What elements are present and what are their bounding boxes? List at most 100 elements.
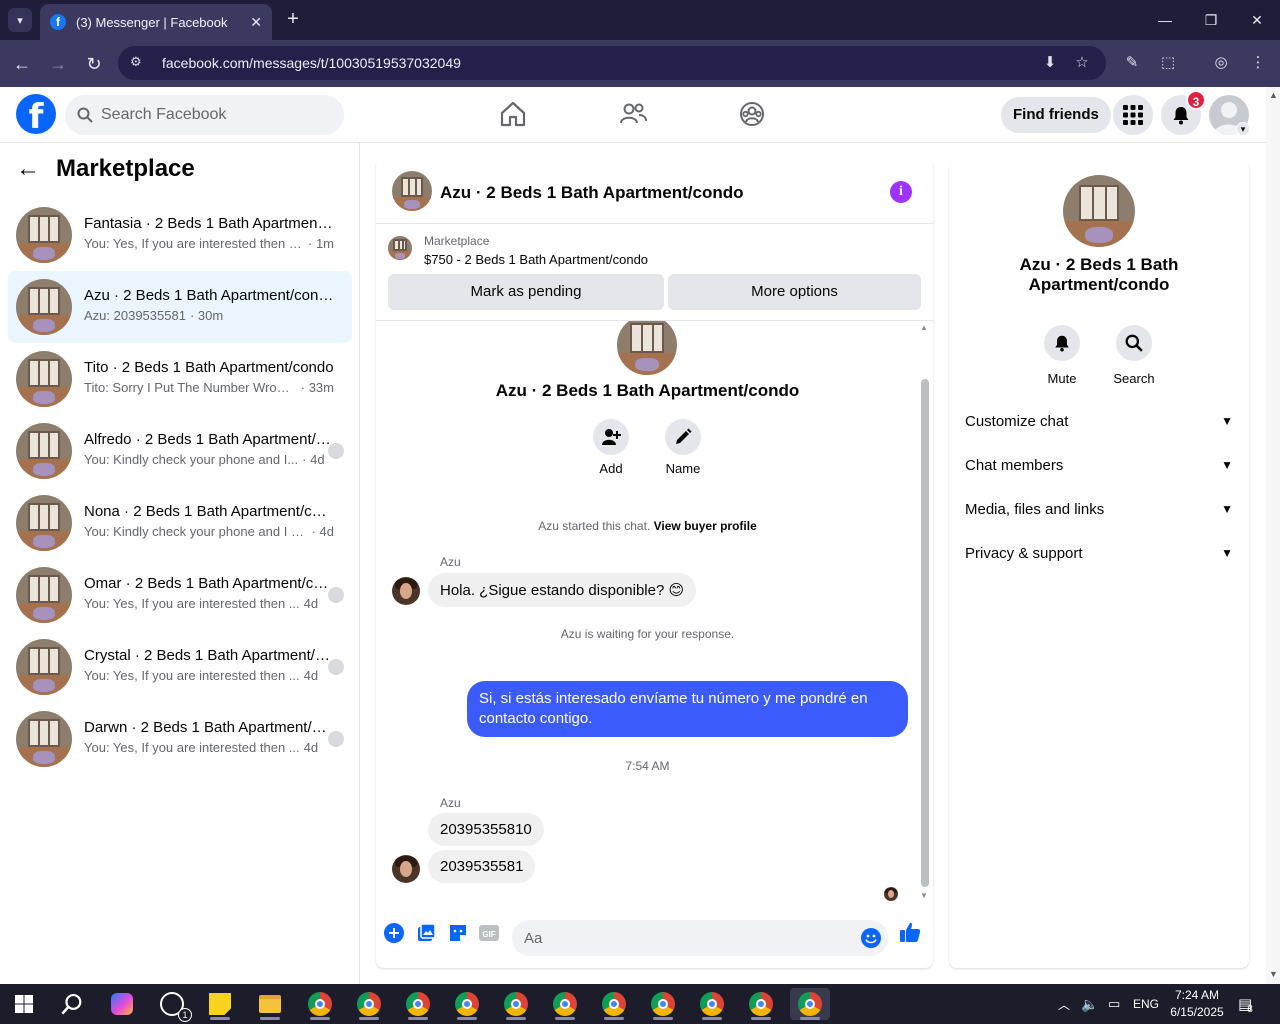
chat-scroll-thumb[interactable] bbox=[921, 379, 929, 887]
browser-menu-icon[interactable]: ⋮ bbox=[1247, 53, 1269, 75]
friends-icon[interactable] bbox=[618, 99, 648, 129]
new-tab-button[interactable]: + bbox=[282, 8, 304, 30]
message-input[interactable] bbox=[524, 929, 844, 947]
bookmark-star-icon[interactable]: ☆ bbox=[1072, 53, 1092, 73]
listing-price[interactable]: $750 - 2 Beds 1 Bath Apartment/condo bbox=[424, 252, 648, 267]
network-icon[interactable]: ▭ bbox=[1108, 984, 1120, 1024]
groups-icon[interactable] bbox=[737, 99, 767, 129]
tab-search-button[interactable]: ▾ bbox=[8, 8, 32, 32]
view-buyer-profile-link[interactable]: View buyer profile bbox=[654, 519, 757, 533]
details-section-toggle[interactable]: Customize chat ▼ bbox=[957, 399, 1241, 443]
scroll-down-arrow[interactable]: ▼ bbox=[1269, 969, 1278, 979]
chrome-window[interactable] bbox=[349, 988, 389, 1020]
send-like-button[interactable] bbox=[899, 921, 921, 943]
find-friends-button[interactable]: Find friends bbox=[1001, 97, 1111, 133]
emoji-icon[interactable] bbox=[861, 928, 881, 948]
start-button[interactable] bbox=[4, 988, 44, 1020]
conversation-item[interactable]: Tito · 2 Beds 1 Bath Apartment/condo Tito… bbox=[8, 343, 352, 415]
search-in-conversation-button[interactable]: Search bbox=[1104, 325, 1164, 386]
more-actions-button[interactable] bbox=[383, 922, 405, 944]
chat-scroll-up-arrow[interactable]: ▲ bbox=[920, 323, 928, 332]
mute-button[interactable]: Mute bbox=[1032, 325, 1092, 386]
copilot-app[interactable] bbox=[102, 988, 142, 1020]
url-text[interactable]: facebook.com/messages/t/1003051953703204… bbox=[162, 55, 461, 71]
back-button[interactable]: ← bbox=[10, 52, 34, 76]
taskbar-clock[interactable]: 7:24 AM 6/15/2025 bbox=[1164, 987, 1230, 1021]
install-app-icon[interactable]: ⬇ bbox=[1040, 53, 1060, 73]
browser-tab[interactable]: f (3) Messenger | Facebook ✕ bbox=[40, 4, 272, 40]
chrome-window[interactable] bbox=[447, 988, 487, 1020]
facebook-logo[interactable]: f bbox=[16, 94, 56, 134]
chrome-window[interactable] bbox=[790, 988, 830, 1020]
chrome-window[interactable] bbox=[300, 988, 340, 1020]
menu-button[interactable] bbox=[1113, 95, 1153, 135]
scroll-up-arrow[interactable]: ▲ bbox=[1269, 90, 1278, 100]
conversation-item[interactable]: Nona · 2 Beds 1 Bath Apartment/condo You:… bbox=[8, 487, 352, 559]
browser-profile-icon[interactable]: ◎ bbox=[1210, 53, 1232, 75]
pen-icon[interactable]: ✎ bbox=[1121, 53, 1143, 75]
chrome-window[interactable] bbox=[496, 988, 536, 1020]
chrome-window[interactable] bbox=[692, 988, 732, 1020]
message-input-box[interactable] bbox=[512, 920, 888, 956]
details-section-toggle[interactable]: Privacy & support ▼ bbox=[957, 531, 1241, 575]
address-bar[interactable]: ⚙ facebook.com/messages/t/10030519537032… bbox=[118, 46, 1106, 80]
language-indicator[interactable]: ENG bbox=[1133, 984, 1159, 1024]
info-icon[interactable]: i bbox=[890, 181, 912, 203]
show-hidden-icons-chevron[interactable]: ︿ bbox=[1058, 984, 1070, 1024]
sticky-notes-app[interactable] bbox=[200, 988, 240, 1020]
home-icon[interactable] bbox=[498, 99, 528, 129]
minimize-window-button[interactable]: — bbox=[1142, 0, 1188, 40]
whatsapp-app[interactable]: 1 bbox=[152, 988, 192, 1022]
chat-title[interactable]: Azu · 2 Beds 1 Bath Apartment/condo bbox=[440, 183, 744, 203]
facebook-search-input[interactable] bbox=[101, 106, 321, 124]
forward-button[interactable]: → bbox=[46, 52, 70, 76]
notification-badge: 3 bbox=[1186, 90, 1206, 110]
restore-window-button[interactable]: ❐ bbox=[1188, 0, 1234, 40]
sticker-button[interactable] bbox=[447, 922, 469, 944]
details-section-toggle[interactable]: Chat members ▼ bbox=[957, 443, 1241, 487]
extensions-icon[interactable]: ⬚ bbox=[1157, 53, 1179, 75]
chrome-icon bbox=[798, 992, 822, 1016]
chrome-window[interactable] bbox=[545, 988, 585, 1020]
sender-avatar[interactable] bbox=[392, 577, 420, 605]
listing-thumbnail[interactable] bbox=[388, 236, 412, 260]
incoming-message[interactable]: Hola. ¿Sigue estando disponible? 😊 bbox=[428, 573, 697, 607]
volume-icon[interactable]: 🔈 bbox=[1081, 984, 1098, 1024]
conversation-item[interactable]: Omar · 2 Beds 1 Bath Apartment/condo You:… bbox=[8, 559, 352, 631]
facebook-search[interactable] bbox=[65, 95, 344, 135]
conversation-avatar[interactable] bbox=[1063, 175, 1135, 247]
taskbar-search-button[interactable] bbox=[52, 988, 92, 1020]
add-people-button[interactable]: Add bbox=[581, 419, 641, 476]
edit-name-button[interactable]: Name bbox=[653, 419, 713, 476]
file-explorer-app[interactable] bbox=[250, 988, 290, 1020]
page-scrollbar[interactable]: ▲ ▼ bbox=[1266, 87, 1280, 984]
chrome-window[interactable] bbox=[741, 988, 781, 1020]
mark-as-pending-button[interactable]: Mark as pending bbox=[388, 274, 664, 310]
tab-close-icon[interactable]: ✕ bbox=[250, 14, 262, 31]
gif-button[interactable]: GIF bbox=[478, 922, 500, 944]
site-info-icon[interactable]: ⚙ bbox=[130, 54, 148, 72]
conversation-item[interactable]: Fantasia · 2 Beds 1 Bath Apartment/condo… bbox=[8, 199, 352, 271]
attach-photo-button[interactable] bbox=[415, 922, 437, 944]
incoming-message[interactable]: 2039535581 bbox=[428, 850, 536, 883]
back-arrow-icon[interactable]: ← bbox=[16, 155, 48, 183]
account-chevron-icon[interactable]: ▾ bbox=[1236, 122, 1250, 136]
conversation-item[interactable]: Darwn · 2 Beds 1 Bath Apartment/condo You… bbox=[8, 703, 352, 775]
more-options-button[interactable]: More options bbox=[668, 274, 921, 310]
conversation-item[interactable]: Azu · 2 Beds 1 Bath Apartment/condo Azu: … bbox=[8, 271, 352, 343]
conversation-item[interactable]: Crystal · 2 Beds 1 Bath Apartment/condo Y… bbox=[8, 631, 352, 703]
close-window-button[interactable]: ✕ bbox=[1234, 0, 1280, 40]
chat-scrollbar[interactable]: ▲ ▼ bbox=[919, 321, 931, 900]
conversation-item[interactable]: Alfredo · 2 Beds 1 Bath Apartment/condo Y… bbox=[8, 415, 352, 487]
incoming-message[interactable]: 20395355810 bbox=[428, 813, 544, 846]
chat-avatar[interactable] bbox=[392, 171, 432, 211]
chrome-window[interactable] bbox=[643, 988, 683, 1020]
notification-center-icon[interactable]: ▤ 8 bbox=[1238, 984, 1253, 1024]
reload-button[interactable]: ↻ bbox=[82, 52, 106, 76]
outgoing-message[interactable]: Si, si estás interesado envíame tu númer… bbox=[467, 681, 908, 737]
sender-avatar[interactable] bbox=[392, 855, 420, 883]
chat-scroll-down-arrow[interactable]: ▼ bbox=[920, 891, 928, 900]
chrome-window[interactable] bbox=[398, 988, 438, 1020]
chrome-window[interactable] bbox=[594, 988, 634, 1020]
details-section-toggle[interactable]: Media, files and links ▼ bbox=[957, 487, 1241, 531]
